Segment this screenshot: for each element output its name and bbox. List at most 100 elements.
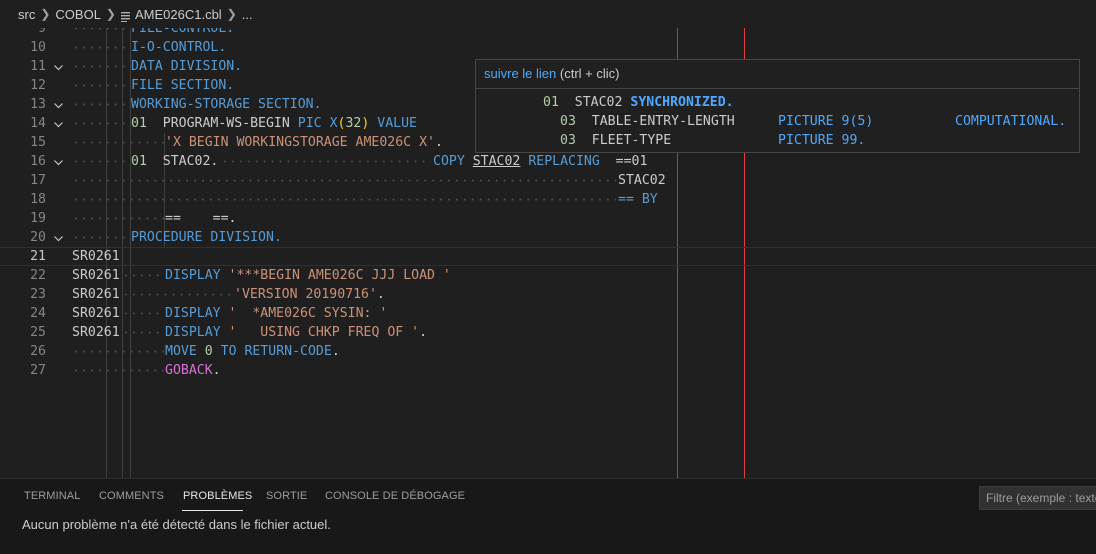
code-token: VALUE bbox=[377, 116, 417, 131]
code-token: SR0261 bbox=[72, 325, 120, 340]
code-token: STAC02 bbox=[618, 173, 666, 188]
code-token: 03 bbox=[560, 114, 576, 129]
tab-terminal[interactable]: TERMINAL bbox=[24, 490, 80, 502]
tab-debug-console[interactable]: CONSOLE DE DÉBOGAGE bbox=[325, 490, 465, 502]
line-number: 12 bbox=[30, 78, 46, 93]
breadcrumb-item-more[interactable]: ... bbox=[242, 7, 253, 22]
code-line: 20 PROCEDURE DIVISION. bbox=[0, 228, 1096, 247]
hover-line: PICTURE 99. bbox=[778, 131, 865, 150]
tab-problems[interactable]: PROBLÈMES bbox=[183, 490, 252, 502]
line-number: 11 bbox=[30, 59, 46, 74]
code-token: 'X BEGIN WORKINGSTORAGE AME026C X' bbox=[165, 135, 435, 150]
code-token: FILE-CONTROL. bbox=[131, 28, 235, 36]
code-token: I-O-CONTROL. bbox=[131, 40, 227, 55]
code-line: 9 FILE-CONTROL. bbox=[0, 28, 1096, 38]
code-token: BY bbox=[641, 192, 658, 207]
code-token: . bbox=[212, 363, 221, 378]
line-number: 18 bbox=[30, 192, 46, 207]
code-token: . bbox=[434, 135, 443, 150]
code-token: PROGRAM-WS-BEGIN bbox=[162, 116, 290, 131]
code-line: 26 MOVE 0 TO RETURN-CODE. bbox=[0, 342, 1096, 361]
code-token: 01 bbox=[131, 116, 147, 131]
code-token: PICTURE 9(5) bbox=[778, 114, 874, 129]
line-number: 15 bbox=[30, 135, 46, 150]
chevron-down-icon[interactable] bbox=[50, 152, 66, 171]
code-token: . bbox=[376, 287, 385, 302]
code-line-active: 21 SR0261 bbox=[0, 247, 1096, 266]
problems-filter-input[interactable]: Filtre (exemple : texte bbox=[979, 486, 1096, 510]
code-line: 22 SR0261 DISPLAY '***BEGIN AME026C JJJ … bbox=[0, 266, 1096, 285]
code-token: FILE SECTION. bbox=[131, 78, 235, 93]
code-line: 25 SR0261 DISPLAY ' USING CHKP FREQ OF '… bbox=[0, 323, 1096, 342]
code-line: 17 STAC02 bbox=[0, 171, 1096, 190]
tab-output[interactable]: SORTIE bbox=[266, 490, 307, 502]
code-token: PROCEDURE DIVISION. bbox=[131, 230, 282, 245]
breadcrumb: src ❯ COBOL ❯ AME026C1.cbl ❯ ... bbox=[0, 0, 1096, 28]
code-token: GOBACK bbox=[165, 363, 213, 378]
breadcrumb-item-file[interactable]: AME026C1.cbl bbox=[135, 7, 222, 22]
line-number: 9 bbox=[38, 28, 46, 36]
code-token: SR0261 bbox=[72, 306, 120, 321]
line-number: 13 bbox=[30, 97, 46, 112]
line-number: 26 bbox=[30, 344, 46, 359]
chevron-down-icon[interactable] bbox=[50, 95, 66, 114]
code-line: 24 SR0261 DISPLAY ' *AME026C SYSIN: ' bbox=[0, 304, 1096, 323]
line-number: 14 bbox=[30, 116, 46, 131]
code-token: SR0261 bbox=[72, 268, 120, 283]
stac02-link[interactable]: STAC02 bbox=[473, 154, 521, 169]
code-token: '***BEGIN AME026C JJJ LOAD ' bbox=[228, 268, 451, 283]
line-number: 17 bbox=[30, 173, 46, 188]
link-shortcut: (ctrl + clic) bbox=[559, 66, 620, 81]
chevron-down-icon[interactable] bbox=[50, 114, 66, 133]
code-token: PICTURE 99. bbox=[778, 133, 866, 148]
code-token: 'VERSION 20190716' bbox=[234, 287, 377, 302]
hover-line: 01 STAC02 SYNCHRONIZED. bbox=[543, 93, 734, 112]
code-token: FLEET-TYPE bbox=[591, 133, 672, 148]
code-line: 19 == ==. bbox=[0, 209, 1096, 228]
problems-message: Aucun problème n'a été détecté dans le f… bbox=[22, 517, 331, 532]
code-token: WORKING-STORAGE SECTION. bbox=[131, 97, 322, 112]
code-token: == ==. bbox=[165, 211, 237, 226]
line-number: 21 bbox=[30, 249, 46, 264]
code-token: 01 bbox=[543, 95, 559, 110]
line-number: 24 bbox=[30, 306, 46, 321]
code-token: MOVE bbox=[165, 344, 197, 359]
code-token: == bbox=[618, 192, 634, 207]
code-token: 0 bbox=[204, 344, 213, 359]
code-token: PIC bbox=[297, 116, 322, 131]
code-token: . bbox=[331, 344, 340, 359]
code-token: REPLACING bbox=[528, 154, 600, 169]
code-token: . bbox=[419, 325, 428, 340]
bottom-panel: TERMINAL COMMENTS PROBLÈMES SORTIE CONSO… bbox=[0, 478, 1096, 554]
code-token: ' *AME026C SYSIN: ' bbox=[228, 306, 388, 321]
follow-link[interactable]: suivre le lien bbox=[484, 66, 556, 81]
code-token: DISPLAY bbox=[165, 306, 221, 321]
file-lines-icon bbox=[120, 10, 131, 22]
line-number: 25 bbox=[30, 325, 46, 340]
code-line: 10 I-O-CONTROL. bbox=[0, 38, 1096, 57]
code-token: SYNCHRONIZED. bbox=[630, 95, 734, 110]
code-line: 18 == BY bbox=[0, 190, 1096, 209]
chevron-down-icon[interactable] bbox=[50, 57, 66, 76]
code-token: COMPUTATIONAL. bbox=[955, 114, 1067, 129]
code-token: X bbox=[329, 116, 338, 131]
tab-comments[interactable]: COMMENTS bbox=[99, 490, 164, 502]
hover-line: 03 FLEET-TYPE bbox=[560, 131, 671, 150]
line-number: 16 bbox=[30, 154, 46, 169]
line-number: 10 bbox=[30, 40, 46, 55]
hover-line: COMPUTATIONAL. bbox=[955, 112, 1066, 131]
definition-hover: suivre le lien (ctrl + clic) 01 STAC02 S… bbox=[475, 59, 1080, 153]
code-token: ==01 bbox=[615, 154, 648, 169]
code-token: DISPLAY bbox=[165, 268, 221, 283]
code-token: STAC02. bbox=[162, 154, 219, 169]
code-token: SR0261 bbox=[72, 249, 120, 264]
code-token: DATA DIVISION. bbox=[131, 59, 243, 74]
breadcrumb-item-src[interactable]: src bbox=[18, 7, 35, 22]
code-token: ) bbox=[361, 116, 370, 131]
breadcrumb-item-cobol[interactable]: COBOL bbox=[55, 7, 101, 22]
line-number: 20 bbox=[30, 230, 46, 245]
code-token: TO bbox=[220, 344, 237, 359]
hover-header: suivre le lien (ctrl + clic) bbox=[476, 60, 1079, 89]
code-token: 03 bbox=[560, 133, 576, 148]
chevron-down-icon[interactable] bbox=[50, 228, 66, 247]
